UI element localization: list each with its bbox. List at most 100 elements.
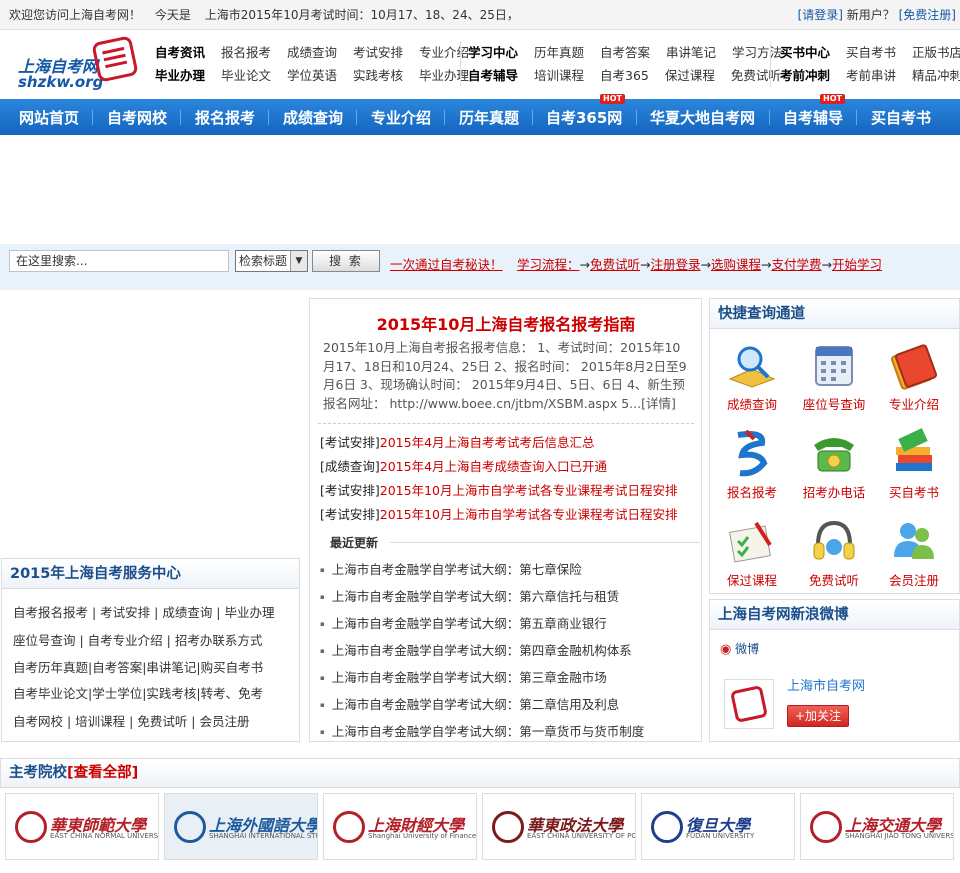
news-item[interactable]: [考试安排]2015年10月上海市自学考试各专业课程考试日程安排 — [320, 504, 677, 523]
nav-link-guaranteed[interactable]: 保过课程 — [665, 68, 715, 83]
main-nav-major[interactable]: 专业介绍 — [371, 99, 431, 135]
header-divider — [770, 41, 771, 86]
service-links-row[interactable]: 自考历年真题|自考答案|串讲笔记|购买自考书 — [13, 657, 263, 676]
service-links-row[interactable]: 自考报名报考 | 考试安排 | 成绩查询 | 毕业办理 — [13, 602, 274, 621]
news-item[interactable]: [考试安排]2015年10月上海市自学考试各专业课程考试日程安排 — [320, 480, 677, 499]
recent-item[interactable]: 上海市自考金融学自学考试大纲：第四章金融机构体系 — [320, 640, 632, 659]
search-scope-value: 检索标题 — [239, 254, 288, 268]
recent-item[interactable]: 上海市自考金融学自学考试大纲：第一章货币与货币制度 — [320, 721, 645, 740]
nav-link-sprint[interactable]: 考前冲刺 — [780, 68, 830, 83]
search-input[interactable]: 在这里搜索... — [9, 250, 229, 272]
nav-link-book-center[interactable]: 买书中心 — [780, 45, 830, 60]
nav-link-premium-sprint[interactable]: 精品冲刺 — [912, 68, 960, 83]
main-nav-online-school[interactable]: 自考网校 — [107, 99, 167, 135]
service-links-row[interactable]: 自考网校 | 培训课程 | 免费试听 | 会员注册 — [13, 711, 249, 730]
weibo-brand[interactable]: ◉ 微博 — [720, 640, 759, 657]
recent-item[interactable]: 上海市自考金融学自学考试大纲：第五章商业银行 — [320, 613, 607, 632]
nav-link-thesis[interactable]: 毕业论文 — [221, 68, 271, 83]
school-emblem-icon — [810, 811, 842, 843]
nav-link-graduation-2[interactable]: 毕业办理 — [419, 68, 469, 83]
recent-item[interactable]: 上海市自考金融学自学考试大纲：第三章金融市场 — [320, 667, 607, 686]
avatar[interactable] — [724, 679, 774, 729]
service-links-row[interactable]: 自考毕业论文|学士学位|实践考核|转考、免考 — [13, 683, 263, 702]
nav-link-past-papers[interactable]: 历年真题 — [534, 45, 584, 60]
main-nav-signup[interactable]: 报名报考 — [195, 99, 255, 135]
flow-label[interactable]: 学习流程： — [517, 257, 580, 272]
nav-link-score[interactable]: 成绩查询 — [287, 45, 337, 60]
nav-link-buy-books[interactable]: 买自考书 — [846, 45, 896, 60]
nav-link-tutoring[interactable]: 自考辅导 — [468, 68, 518, 83]
checklist-icon — [724, 515, 780, 567]
search-button[interactable]: 搜 索 — [312, 250, 380, 272]
quick-item-free-trial[interactable]: 免费试听 — [799, 515, 869, 589]
quick-item-books[interactable]: 买自考书 — [879, 427, 949, 501]
news-item[interactable]: [成绩查询]2015年4月上海自考成绩查询入口已开通 — [320, 456, 607, 475]
nav-link-study-center[interactable]: 学习中心 — [468, 45, 518, 60]
site-logo[interactable]: 上海自考网 shzkw.org — [12, 35, 139, 95]
main-nav-buy-books[interactable]: 买自考书 — [871, 99, 931, 135]
main-nav-score[interactable]: 成绩查询 — [283, 99, 343, 135]
recent-item[interactable]: 上海市自考金融学自学考试大纲：第七章保险 — [320, 559, 582, 578]
news-item[interactable]: [考试安排]2015年4月上海自考考试考后信息汇总 — [320, 432, 595, 451]
flow-arrow: → — [761, 257, 772, 272]
nav-link-practice[interactable]: 实践考核 — [353, 68, 403, 83]
guide-title[interactable]: 2015年10月上海自考报名报考指南 — [310, 311, 702, 335]
school-logo-sjtu[interactable]: 上海交通大學 SHANGHAI JIAO TONG UNIVERSITY — [800, 793, 954, 860]
nav-link-major[interactable]: 专业介绍 — [419, 45, 469, 60]
nav-link-notes[interactable]: 串讲笔记 — [666, 45, 716, 60]
nav-link-zk365[interactable]: 自考365 — [600, 68, 649, 83]
nav-link-bookstore[interactable]: 正版书店 — [912, 45, 960, 60]
flow-step-register[interactable]: 注册登录 — [651, 257, 701, 272]
main-nav-zk365[interactable]: 自考365网 — [546, 99, 622, 135]
main-nav-tutoring[interactable]: 自考辅导 — [783, 99, 843, 135]
quick-item-guaranteed[interactable]: 保过课程 — [717, 515, 787, 589]
search-scope-select[interactable]: 检索标题 ▼ — [235, 250, 308, 272]
nav-link-news[interactable]: 自考资讯 — [155, 45, 205, 60]
news-title[interactable]: 2015年4月上海自考成绩查询入口已开通 — [380, 459, 607, 474]
main-nav-huaxia[interactable]: 华夏大地自考网 — [650, 99, 755, 135]
school-logo-ecnu[interactable]: 華東師範大學 EAST CHINA NORMAL UNIVERSITY — [5, 793, 159, 860]
follow-button[interactable]: +加关注 — [787, 705, 849, 727]
flow-step-trial[interactable]: 免费试听 — [590, 257, 640, 272]
nav-link-degree-english[interactable]: 学位英语 — [287, 68, 337, 83]
quick-item-member[interactable]: 会员注册 — [879, 515, 949, 589]
quick-item-score[interactable]: 成绩查询 — [717, 339, 787, 413]
secret-link[interactable]: 一次通过自考秘诀！ — [390, 254, 503, 273]
weibo-account-name[interactable]: 上海市自考网 — [787, 675, 865, 694]
quick-item-signup[interactable]: 报名报考 — [717, 427, 787, 501]
recent-item[interactable]: 上海市自考金融学自学考试大纲：第六章信托与租赁 — [320, 586, 620, 605]
nav-link-exam-schedule[interactable]: 考试安排 — [353, 45, 403, 60]
main-nav-home[interactable]: 网站首页 — [19, 99, 79, 135]
school-emblem-icon — [651, 811, 683, 843]
register-link[interactable]: [免费注册] — [899, 8, 956, 22]
notebook-icon — [886, 339, 942, 391]
nav-link-graduation[interactable]: 毕业办理 — [155, 68, 205, 83]
school-logo-shisu[interactable]: 上海外國語大學 SHANGHAI INTERNATIONAL STUDIES U… — [164, 793, 318, 860]
nav-link-free-trial[interactable]: 免费试听 — [731, 68, 781, 83]
news-title[interactable]: 2015年4月上海自考考试考后信息汇总 — [380, 435, 595, 450]
news-tag: [考试安排] — [320, 483, 380, 498]
nav-link-answers[interactable]: 自考答案 — [600, 45, 650, 60]
quick-item-seat[interactable]: 座位号查询 — [799, 339, 869, 413]
login-link[interactable]: [请登录] — [798, 8, 843, 22]
news-title[interactable]: 2015年10月上海市自学考试各专业课程考试日程安排 — [380, 507, 678, 522]
main-nav-past-papers[interactable]: 历年真题 — [459, 99, 519, 135]
quick-item-major[interactable]: 专业介绍 — [879, 339, 949, 413]
school-logo-ecupl[interactable]: 華東政法大學 EAST CHINA UNIVERSITY OF POLITICA… — [482, 793, 636, 860]
quick-item-phone[interactable]: 招考办电话 — [799, 427, 869, 501]
flow-step-start[interactable]: 开始学习 — [832, 257, 882, 272]
nav-link-methods[interactable]: 学习方法 — [732, 45, 782, 60]
school-logo-sufe[interactable]: 上海財經大學 Shanghai University of Finance an… — [323, 793, 477, 860]
nav-link-review[interactable]: 考前串讲 — [846, 68, 896, 83]
school-logo-fudan[interactable]: 復旦大學 FUDAN UNIVERSITY — [641, 793, 795, 860]
view-all-link[interactable]: [查看全部] — [67, 765, 138, 781]
service-links-row[interactable]: 座位号查询 | 自考专业介绍 | 招考办联系方式 — [13, 630, 262, 649]
nav-link-signup[interactable]: 报名报考 — [221, 45, 271, 60]
nav-separator — [636, 110, 637, 125]
weibo-brand-label: 微博 — [735, 642, 760, 656]
news-title[interactable]: 2015年10月上海市自学考试各专业课程考试日程安排 — [380, 483, 678, 498]
flow-step-course[interactable]: 选购课程 — [711, 257, 761, 272]
recent-item[interactable]: 上海市自考金融学自学考试大纲：第二章信用及利息 — [320, 694, 620, 713]
nav-link-training[interactable]: 培训课程 — [534, 68, 584, 83]
flow-step-pay[interactable]: 支付学费 — [772, 257, 822, 272]
